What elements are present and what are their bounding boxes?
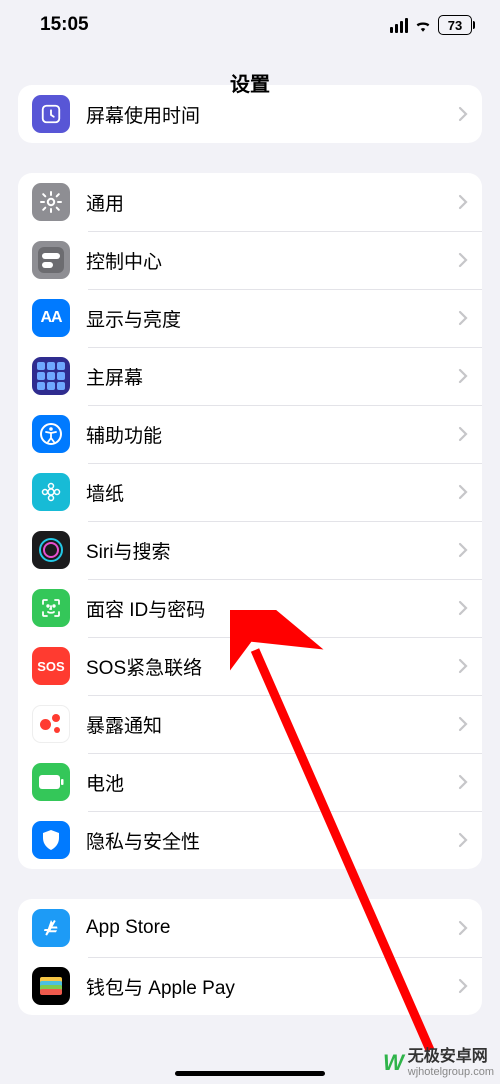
wallet-icon: [32, 967, 70, 1005]
settings-group-partial: 屏幕使用时间: [18, 85, 482, 143]
chevron-right-icon: [458, 658, 468, 674]
display-icon: AA: [32, 299, 70, 337]
general-icon: [32, 183, 70, 221]
sos-icon: SOS: [32, 647, 70, 685]
row-display-brightness[interactable]: AA 显示与亮度: [18, 289, 482, 347]
chevron-right-icon: [458, 368, 468, 384]
row-sos[interactable]: SOS SOS紧急联络: [18, 637, 482, 695]
battery-percentage: 73: [448, 18, 462, 33]
chevron-right-icon: [458, 484, 468, 500]
row-label: 钱包与 Apple Pay: [86, 973, 458, 1000]
siri-icon: [32, 531, 70, 569]
row-label: 电池: [86, 769, 458, 796]
row-siri-search[interactable]: Siri与搜索: [18, 521, 482, 579]
accessibility-icon: [32, 415, 70, 453]
chevron-right-icon: [458, 600, 468, 616]
chevron-right-icon: [458, 426, 468, 442]
settings-group-store: App Store 钱包与 Apple Pay: [18, 899, 482, 1015]
control-center-icon: [32, 241, 70, 279]
exposure-icon: [32, 705, 70, 743]
watermark-url: wjhotelgroup.com: [408, 1066, 494, 1078]
cellular-signal-icon: [390, 18, 408, 33]
chevron-right-icon: [458, 832, 468, 848]
row-app-store[interactable]: App Store: [18, 899, 482, 957]
screentime-icon: [32, 95, 70, 133]
row-label: 屏幕使用时间: [86, 101, 458, 128]
wallpaper-icon: [32, 473, 70, 511]
row-label: 控制中心: [86, 247, 458, 274]
row-privacy-security[interactable]: 隐私与安全性: [18, 811, 482, 869]
row-label: 墙纸: [86, 479, 458, 506]
row-label: Siri与搜索: [86, 537, 458, 564]
row-label: 辅助功能: [86, 421, 458, 448]
row-general[interactable]: 通用: [18, 173, 482, 231]
chevron-right-icon: [458, 106, 468, 122]
chevron-right-icon: [458, 920, 468, 936]
chevron-right-icon: [458, 310, 468, 326]
status-right: 73: [390, 15, 472, 35]
chevron-right-icon: [458, 252, 468, 268]
watermark: W 无极安卓网 wjhotelgroup.com: [383, 1048, 494, 1078]
chevron-right-icon: [458, 774, 468, 790]
chevron-right-icon: [458, 978, 468, 994]
privacy-icon: [32, 821, 70, 859]
appstore-icon: [32, 909, 70, 947]
row-exposure-notification[interactable]: 暴露通知: [18, 695, 482, 753]
status-time: 15:05: [40, 14, 89, 36]
row-wallet-apple-pay[interactable]: 钱包与 Apple Pay: [18, 957, 482, 1015]
battery-indicator: 73: [438, 15, 472, 35]
row-label: 暴露通知: [86, 711, 458, 738]
wifi-icon: [414, 18, 432, 32]
row-battery[interactable]: 电池: [18, 753, 482, 811]
watermark-logo: W: [383, 1050, 402, 1076]
chevron-right-icon: [458, 542, 468, 558]
settings-group-main: 通用 控制中心 AA 显示与亮度 主屏幕 辅助功能 墙纸: [18, 173, 482, 869]
row-label: 通用: [86, 189, 458, 216]
faceid-icon: [32, 589, 70, 627]
row-label: 显示与亮度: [86, 305, 458, 332]
row-home-screen[interactable]: 主屏幕: [18, 347, 482, 405]
row-label: 主屏幕: [86, 363, 458, 390]
row-label: SOS紧急联络: [86, 653, 458, 680]
watermark-title: 无极安卓网: [408, 1048, 494, 1066]
row-faceid-passcode[interactable]: 面容 ID与密码: [18, 579, 482, 637]
chevron-right-icon: [458, 194, 468, 210]
row-wallpaper[interactable]: 墙纸: [18, 463, 482, 521]
status-bar: 15:05 73: [0, 0, 500, 50]
row-screen-time[interactable]: 屏幕使用时间: [18, 85, 482, 143]
row-control-center[interactable]: 控制中心: [18, 231, 482, 289]
row-label: 面容 ID与密码: [86, 595, 458, 622]
row-label: App Store: [86, 917, 458, 939]
home-screen-icon: [32, 357, 70, 395]
chevron-right-icon: [458, 716, 468, 732]
battery-icon: [32, 763, 70, 801]
home-indicator: [175, 1071, 325, 1076]
row-accessibility[interactable]: 辅助功能: [18, 405, 482, 463]
row-label: 隐私与安全性: [86, 827, 458, 854]
